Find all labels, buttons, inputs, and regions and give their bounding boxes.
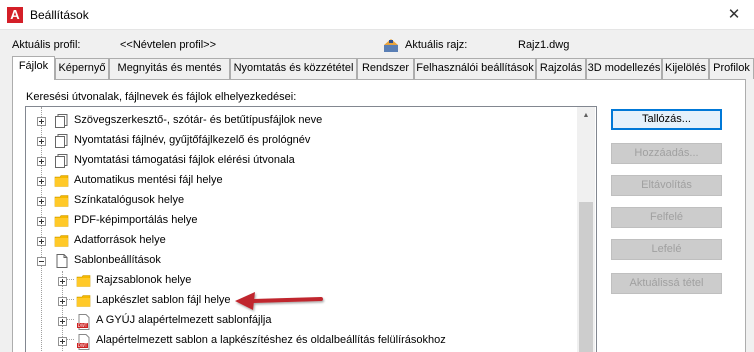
profile-row: Aktuális profil: <<Névtelen profil>> Akt… — [0, 37, 754, 55]
folder-icon — [54, 234, 70, 248]
folder-icon — [76, 294, 92, 308]
close-button[interactable]: ✕ — [714, 0, 754, 30]
expand-icon[interactable] — [58, 337, 67, 346]
autocad-logo-icon: A — [7, 7, 23, 23]
tree-item-label: PDF-képimportálás helye — [74, 214, 198, 226]
folder-icon — [54, 194, 70, 208]
current-profile-value: <<Névtelen profil>> — [120, 39, 217, 51]
tab-3d-modeling[interactable]: 3D modellezés — [586, 58, 662, 79]
folder-icon — [54, 214, 70, 228]
tree-item-label: Sablonbeállítások — [74, 254, 161, 266]
tree-item-label: Rajzsablonok helye — [96, 274, 192, 286]
expand-icon[interactable] — [37, 197, 46, 206]
tree-item[interactable]: Nyomtatási támogatási fájlok elérési útv… — [26, 151, 576, 171]
tree-item[interactable]: DWT Alapértelmezett sablon a lapkészítés… — [26, 331, 576, 351]
scrollbar-thumb[interactable] — [579, 202, 593, 352]
tree-item[interactable]: DWT A GYÚJ alapértelmezett sablonfájlja — [26, 311, 576, 331]
expand-icon[interactable] — [37, 117, 46, 126]
tab-display[interactable]: Képernyő — [55, 58, 109, 79]
current-profile-label: Aktuális profil: — [12, 39, 81, 51]
title-bar: A Beállítások ✕ — [0, 0, 754, 30]
folder-icon — [54, 174, 70, 188]
tree-item[interactable]: PDF-képimportálás helye — [26, 211, 576, 231]
red-pointer-arrow-icon — [235, 292, 323, 310]
tree-item[interactable]: Színkatalógusok helye — [26, 191, 576, 211]
expand-icon[interactable] — [58, 317, 67, 326]
move-down-button[interactable]: Lefelé — [611, 239, 722, 260]
add-button[interactable]: Hozzáadás... — [611, 143, 722, 164]
expand-icon[interactable] — [58, 297, 67, 306]
folder-icon — [76, 274, 92, 288]
collapse-icon[interactable] — [37, 257, 46, 266]
move-up-button[interactable]: Felfelé — [611, 207, 722, 228]
tree-item-label: Nyomtatási támogatási fájlok elérési útv… — [74, 154, 295, 166]
documents-icon — [54, 154, 70, 168]
dwt-file-icon: DWT — [76, 314, 92, 330]
expand-icon[interactable] — [37, 157, 46, 166]
document-icon — [54, 254, 70, 268]
tab-user-preferences[interactable]: Felhasználói beállítások — [414, 58, 536, 79]
tree-item-label: Lapkészlet sablon fájl helye — [96, 294, 231, 306]
svg-text:DWT: DWT — [78, 343, 88, 348]
expand-icon[interactable] — [37, 177, 46, 186]
tree-item[interactable]: Nyomtatási fájlnév, gyűjtőfájlkezelő és … — [26, 131, 576, 151]
current-drawing-label: Aktuális rajz: — [405, 39, 468, 51]
tab-profiles[interactable]: Profilok — [709, 58, 754, 79]
tree-scrollbar[interactable]: ▲ — [577, 107, 595, 352]
tree-item-expanded[interactable]: Sablonbeállítások — [26, 251, 576, 271]
dwt-file-icon: DWT — [76, 334, 92, 350]
tree-item[interactable]: Automatikus mentési fájl helye — [26, 171, 576, 191]
documents-icon — [54, 114, 70, 128]
scroll-up-icon[interactable]: ▲ — [577, 107, 595, 124]
expand-icon[interactable] — [37, 137, 46, 146]
tree-item-label: A GYÚJ alapértelmezett sablonfájlja — [96, 314, 272, 326]
current-drawing-value: Rajz1.dwg — [518, 39, 570, 51]
expand-icon[interactable] — [37, 237, 46, 246]
tree-item-label: Színkatalógusok helye — [74, 194, 185, 206]
tree-item-label: Adatforrások helye — [74, 234, 166, 246]
tree-item-label: Alapértelmezett sablon a lapkészítéshez … — [96, 334, 446, 346]
svg-text:DWT: DWT — [78, 323, 88, 328]
tree-item-label: Szövegszerkesztő-, szótár- és betűtípusf… — [74, 114, 323, 126]
set-current-button[interactable]: Aktuálissá tétel — [611, 273, 722, 294]
browse-button[interactable]: Tallózás... — [611, 109, 722, 130]
expand-icon[interactable] — [58, 277, 67, 286]
tree-item[interactable]: Adatforrások helye — [26, 231, 576, 251]
tab-drafting[interactable]: Rajzolás — [536, 58, 586, 79]
drawing-icon — [383, 37, 399, 56]
tab-plot-publish[interactable]: Nyomtatás és közzététel — [230, 58, 357, 79]
tree-item[interactable]: Szövegszerkesztő-, szótár- és betűtípusf… — [26, 111, 576, 131]
tree-item-label: Nyomtatási fájlnév, gyűjtőfájlkezelő és … — [74, 134, 311, 146]
window-title: Beállítások — [30, 8, 89, 22]
tab-system[interactable]: Rendszer — [357, 58, 414, 79]
tab-open-save[interactable]: Megnyitás és mentés — [109, 58, 230, 79]
documents-icon — [54, 134, 70, 148]
tab-selection[interactable]: Kijelölés — [662, 58, 709, 79]
expand-icon[interactable] — [37, 217, 46, 226]
tab-files[interactable]: Fájlok — [12, 56, 55, 80]
tree-item-label: Automatikus mentési fájl helye — [74, 174, 223, 186]
remove-button[interactable]: Eltávolítás — [611, 175, 722, 196]
search-paths-caption: Keresési útvonalak, fájlnevek és fájlok … — [26, 91, 297, 103]
search-paths-tree[interactable]: Szövegszerkesztő-, szótár- és betűtípusf… — [25, 106, 597, 352]
